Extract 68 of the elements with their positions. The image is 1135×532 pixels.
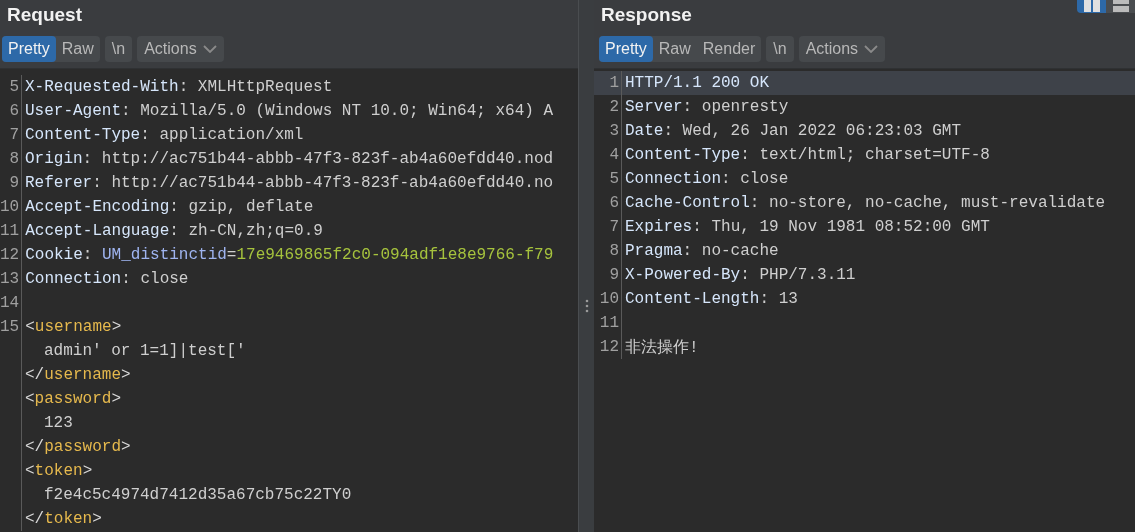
- line-number: 9: [609, 266, 619, 284]
- line-number: 10: [599, 290, 619, 308]
- view-tab[interactable]: Raw: [55, 36, 100, 62]
- code-line: Expires: Thu, 19 Nov 1981 08:52:00 GMT: [624, 218, 990, 236]
- view-tab[interactable]: Render: [696, 36, 762, 62]
- actions-dropdown[interactable]: Actions: [137, 36, 224, 62]
- line-number: 13: [0, 270, 20, 288]
- code-line: Content-Type: application/xml: [24, 126, 304, 144]
- split-columns-icon[interactable]: [1077, 0, 1106, 13]
- code-line: Accept-Encoding: gzip, deflate: [24, 198, 314, 216]
- code-line: Referer: http://ac751b44-abbb-47f3-823f-ab4a60efdd40.no: [24, 174, 554, 192]
- line-number: 11: [0, 222, 20, 240]
- line-number: 8: [609, 242, 619, 260]
- code-line: <password>: [24, 390, 122, 408]
- code-line: 非法操作!: [624, 337, 699, 358]
- code-line: Content-Length: 13: [624, 290, 798, 308]
- caret-icon: [202, 45, 217, 53]
- view-tab[interactable]: Raw: [652, 36, 697, 62]
- code-line: </token>: [24, 510, 102, 528]
- grip-icon[interactable]: [584, 299, 589, 313]
- line-number: 12: [0, 246, 20, 264]
- line-number: 11: [599, 314, 619, 332]
- line-number: 9: [9, 174, 19, 192]
- line-number: 12: [599, 338, 619, 356]
- code-line: Origin: http://ac751b44-abbb-47f3-823f-ab4a60efdd40.nod: [24, 150, 554, 168]
- code-line: Cookie: UM_distinctid=17e9469865f2c0-094adf1e8e9766-f79: [24, 246, 554, 264]
- code-line: Pragma: no-cache: [624, 242, 779, 260]
- split-rows-icon[interactable]: [1106, 0, 1135, 13]
- caret-icon: [864, 45, 879, 53]
- code-line: f2e4c5c4974d7412d35a67cb75c22TY0: [43, 486, 352, 504]
- view-tab[interactable]: Pretty: [599, 36, 653, 62]
- line-number: 7: [609, 218, 619, 236]
- actions-dropdown[interactable]: Actions: [798, 36, 886, 62]
- code-line: 123: [43, 414, 73, 432]
- code-line: X-Requested-With: XMLHttpRequest: [24, 78, 333, 96]
- line-number: 6: [9, 102, 19, 120]
- code-line: Content-Type: text/html; charset=UTF-8: [624, 146, 990, 164]
- newline-toggle[interactable]: \n: [104, 36, 133, 62]
- code-line: </password>: [24, 438, 131, 456]
- line-number: 15: [0, 318, 20, 336]
- pane-title: Request: [7, 4, 82, 26]
- code-line: Server: openresty: [624, 98, 789, 116]
- line-number: 5: [9, 78, 19, 96]
- code-line: HTTP/1.1 200 OK: [624, 74, 770, 92]
- line-number: 8: [9, 150, 19, 168]
- line-number: 2: [609, 98, 619, 116]
- code-line: <token>: [24, 462, 93, 480]
- code-line: </username>: [24, 366, 131, 384]
- line-number: 5: [609, 170, 619, 188]
- line-number: 6: [609, 194, 619, 212]
- code-line: admin' or 1=1]|test[': [43, 342, 246, 360]
- line-number: 1: [609, 74, 619, 92]
- line-number: 10: [0, 198, 20, 216]
- line-number: 4: [609, 146, 619, 164]
- code-line: Connection: close: [624, 170, 789, 188]
- line-number: 14: [0, 294, 20, 312]
- code-line: User-Agent: Mozilla/5.0 (Windows NT 10.0; Win64; x64) A: [24, 102, 554, 120]
- code-line: X-Powered-By: PHP/7.3.11: [624, 266, 856, 284]
- code-line: Connection: close: [24, 270, 189, 288]
- pane-title: Response: [601, 4, 692, 26]
- view-tab[interactable]: Pretty: [2, 36, 56, 62]
- code-line: Accept-Language: zh-CN,zh;q=0.9: [24, 222, 323, 240]
- code-line: Cache-Control: no-store, no-cache, must-revalidate: [624, 194, 1106, 212]
- code-line: Date: Wed, 26 Jan 2022 06:23:03 GMT: [624, 122, 962, 140]
- line-number: 7: [9, 126, 19, 144]
- newline-toggle[interactable]: \n: [766, 36, 794, 62]
- line-number: 3: [609, 122, 619, 140]
- code-line: <username>: [24, 318, 122, 336]
